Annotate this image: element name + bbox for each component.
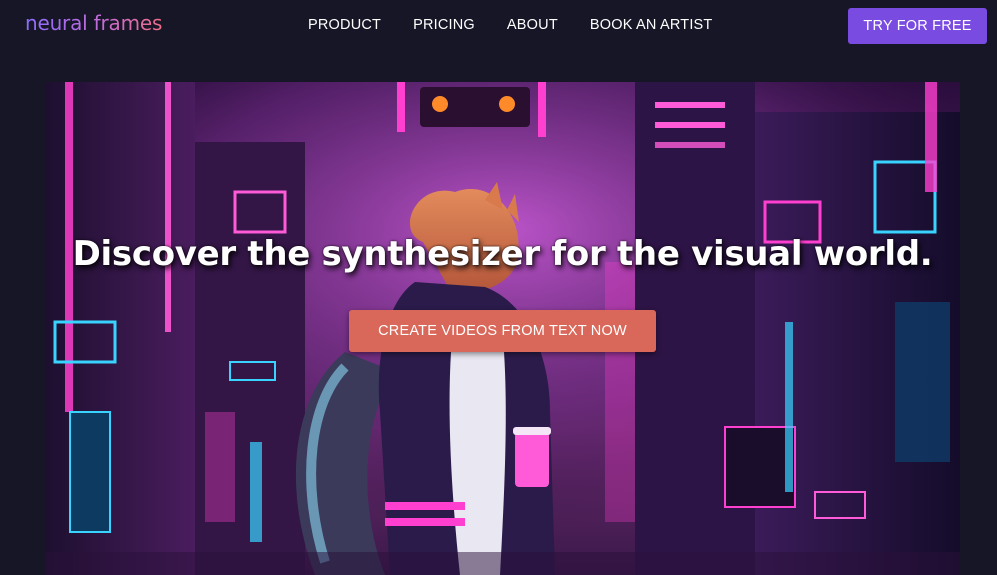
try-for-free-button[interactable]: TRY FOR FREE xyxy=(848,8,987,44)
hero-headline: Discover the synthesizer for the visual … xyxy=(72,234,933,274)
top-navbar: neural frames PRODUCT PRICING ABOUT BOOK… xyxy=(0,0,997,56)
nav-item-product[interactable]: PRODUCT xyxy=(308,17,381,33)
main-nav: PRODUCT PRICING ABOUT BOOK AN ARTIST xyxy=(308,17,744,33)
nav-item-about[interactable]: ABOUT xyxy=(507,17,558,33)
brand-logo[interactable]: neural frames xyxy=(25,11,162,35)
hero-banner: Discover the synthesizer for the visual … xyxy=(45,82,960,575)
nav-item-pricing[interactable]: PRICING xyxy=(413,17,475,33)
create-videos-button[interactable]: CREATE VIDEOS FROM TEXT NOW xyxy=(349,310,656,352)
nav-item-book-an-artist[interactable]: BOOK AN ARTIST xyxy=(590,17,713,33)
